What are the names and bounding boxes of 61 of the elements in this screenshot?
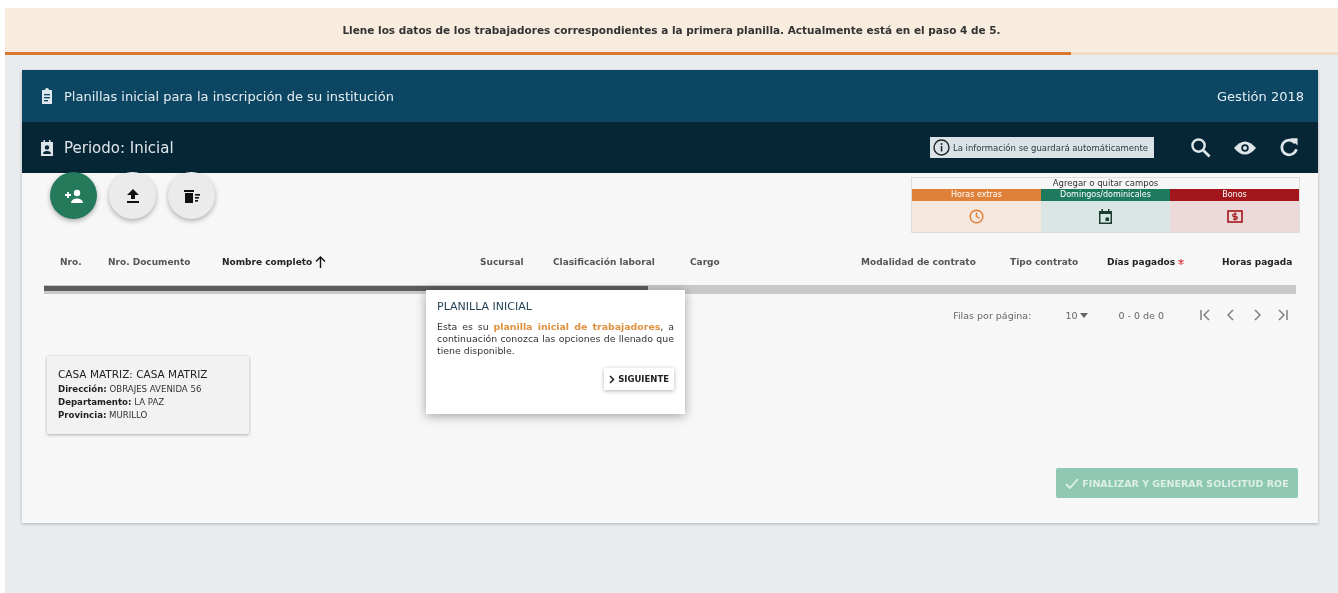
search-icon[interactable] [1190, 136, 1212, 159]
required-star-icon [1178, 259, 1185, 265]
delete-button[interactable] [168, 172, 215, 219]
banner-message: Llene los datos de los trabajadores correspondientes a la primera planilla. Actualmente está en el paso 4 de 5. [342, 24, 1001, 36]
page-range: 0 - 0 de 0 [1118, 309, 1164, 321]
year-label: Gestión 2018 [1217, 88, 1304, 104]
column-label: Cargo [690, 257, 720, 267]
first-page-icon[interactable] [1198, 308, 1212, 322]
column-header[interactable]: Horas pagada [1222, 257, 1312, 267]
column-header[interactable]: Sucursal [480, 257, 553, 267]
field-label: Domingos/dominicales [1041, 189, 1170, 201]
column-header[interactable]: Tipo contrato [1010, 257, 1107, 267]
upload-button[interactable] [109, 172, 156, 219]
branch-detail: Dirección: OBRAJES AVENIDA 56 [58, 384, 203, 394]
column-label: Días pagados [1107, 257, 1176, 267]
info-icon [932, 139, 950, 156]
calendar-icon [1099, 209, 1112, 224]
column-header[interactable]: Nro. Documento [108, 257, 222, 267]
column-label: Clasificación laboral [553, 257, 655, 267]
column-label: Sucursal [480, 257, 524, 267]
field-label: Horas extras [912, 189, 1041, 201]
branch-detail: Departamento: LA PAZ [58, 397, 166, 407]
check-icon [1065, 477, 1080, 489]
refresh-icon[interactable] [1278, 136, 1300, 159]
rows-per-page-select[interactable]: 10 [1065, 309, 1089, 321]
column-header[interactable]: Días pagados [1107, 257, 1222, 267]
autosave-text: La información se guardará automáticamente [952, 142, 1148, 153]
scrollbar-thumb[interactable] [44, 286, 648, 291]
column-header[interactable]: Clasificación laboral [553, 257, 690, 267]
chevron-right-icon [609, 374, 616, 384]
popover-text: Esta es su planilla inicial de trabajadores, a continuación conozca las opciones de llenado que tiene disponible. [437, 321, 674, 357]
money-icon [1226, 210, 1243, 223]
rows-per-page-label: Filas por página: [953, 309, 1032, 321]
next-button[interactable]: SIGUIENTE [604, 368, 674, 391]
column-header[interactable]: Cargo [690, 257, 861, 267]
column-label: Modalidad de contrato [861, 257, 976, 267]
column-label: Nro. [60, 257, 82, 267]
last-page-icon[interactable] [1276, 308, 1290, 322]
column-header[interactable]: Nro. [60, 257, 108, 267]
field-label: Bonos [1170, 189, 1299, 201]
fields-title: Agregar o quitar campos [1052, 178, 1159, 188]
column-header[interactable]: Nombre completo [222, 256, 480, 268]
branch-detail: Provincia: MURILLO [58, 410, 149, 420]
badge-icon [40, 139, 54, 156]
branch-title: CASA MATRIZ: CASA MATRIZ [58, 368, 209, 380]
add-person-icon [63, 188, 84, 203]
column-label: Nombre completo [222, 257, 313, 267]
column-header[interactable]: Modalidad de contrato [861, 257, 1010, 267]
clock-icon [969, 209, 984, 224]
clipboard-icon [40, 88, 54, 104]
dropdown-caret-icon [1080, 312, 1089, 318]
column-label: Horas pagada [1222, 257, 1293, 267]
period-title: Periodo: Inicial [64, 138, 175, 157]
column-label: Nro. Documento [108, 257, 191, 267]
arrow-up-icon [315, 256, 327, 268]
column-label: Tipo contrato [1010, 257, 1079, 267]
popover-title: PLANILLA INICIAL [437, 300, 533, 313]
add-worker-button[interactable] [50, 172, 97, 219]
card-title: Planillas inicial para la inscripción de su institución [64, 88, 395, 104]
upload-icon [126, 188, 139, 203]
trash-icon [183, 188, 200, 203]
